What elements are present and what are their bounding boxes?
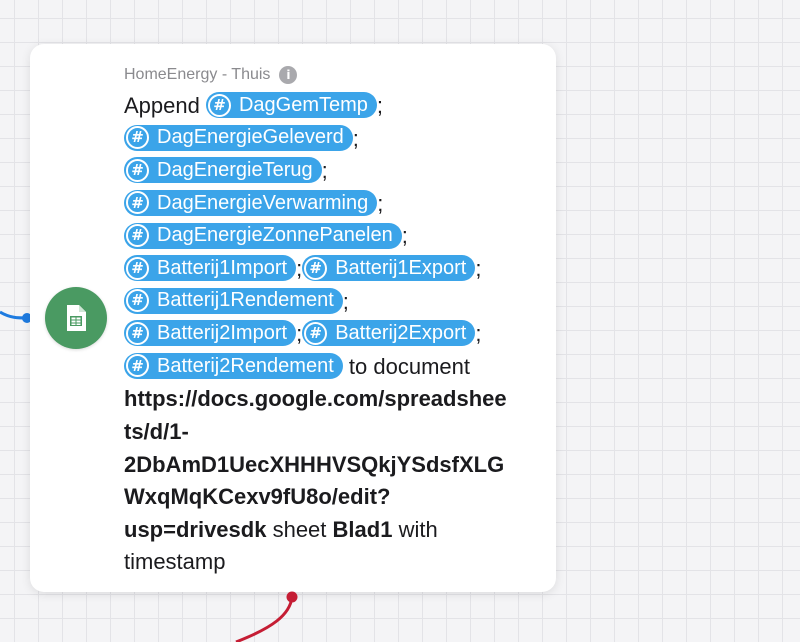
ingredient-pill[interactable]: # DagEnergieTerug	[124, 157, 322, 184]
separator: ;	[475, 321, 482, 347]
ingredient-pill[interactable]: # Batterij2Rendement	[124, 352, 343, 379]
ingredient-pill[interactable]: # Batterij1Export	[302, 255, 476, 282]
hash-icon: #	[126, 224, 149, 248]
ingredient-pill[interactable]: # Batterij1Import	[124, 255, 297, 282]
action-description: Append # DagGemTemp; # DagEnergieGeleverd;…	[124, 90, 544, 579]
hash-icon: #	[304, 321, 328, 345]
ingredient-label: DagEnergieTerug	[157, 159, 313, 182]
ingredient-label: Batterij1Rendement	[157, 289, 334, 312]
separator: ;	[342, 288, 349, 314]
with-text: with	[398, 516, 438, 542]
ingredient-label: DagEnergieGeleverd	[157, 126, 344, 149]
ingredient-pill[interactable]: # DagEnergieVerwarming	[124, 189, 378, 216]
service-header: HomeEnergy - Thuis i	[124, 64, 298, 86]
document-url-line: https://docs.google.com/spreadshee	[124, 386, 507, 412]
ingredient-pill[interactable]: # Batterij1Rendement	[124, 287, 343, 314]
hash-icon: #	[304, 256, 328, 280]
hash-icon: #	[126, 158, 149, 182]
info-icon[interactable]: i	[279, 66, 298, 84]
ingredient-label: DagGemTemp	[238, 93, 368, 116]
ingredient-pill[interactable]: # DagEnergieGeleverd	[124, 124, 353, 151]
document-url-line: ts/d/1-	[124, 418, 189, 444]
hash-icon: #	[126, 191, 149, 215]
hash-icon: #	[126, 321, 149, 345]
hash-icon: #	[126, 289, 149, 313]
separator: ;	[377, 190, 384, 216]
separator: ;	[352, 125, 359, 151]
ingredient-label: DagEnergieZonnePanelen	[157, 224, 393, 247]
ingredient-label: Batterij2Import	[157, 322, 288, 345]
document-url-line: 2DbAmD1UecXHHHVSQkjYSdsfXLG	[124, 451, 505, 477]
ingredient-label: Batterij2Rendement	[157, 354, 334, 377]
hash-icon: #	[126, 126, 149, 150]
ingredient-pill[interactable]: # DagGemTemp	[205, 92, 377, 119]
ingredient-label: Batterij2Export	[335, 322, 467, 345]
sheet-name: Blad1	[332, 516, 393, 542]
timestamp-text: timestamp	[124, 549, 226, 575]
ingredient-pill[interactable]: # DagEnergieZonnePanelen	[124, 222, 402, 249]
append-text: Append	[124, 93, 200, 118]
document-url-line: usp=drivesdk	[124, 516, 267, 542]
hash-icon: #	[126, 354, 149, 378]
separator: ;	[401, 223, 408, 249]
outgoing-wire	[235, 596, 294, 642]
outgoing-wire-dot	[286, 591, 298, 603]
document-url-line: WxqMqKCexv9fU8o/edit?	[124, 484, 391, 510]
to-document-text: to document	[348, 353, 470, 379]
ingredient-label: DagEnergieVerwarming	[157, 191, 369, 214]
separator: ;	[475, 255, 482, 281]
ingredient-label: Batterij1Import	[157, 256, 288, 279]
google-sheets-badge	[45, 287, 107, 349]
separator: ;	[321, 158, 328, 184]
hash-icon: #	[126, 256, 149, 280]
ingredient-pill[interactable]: # Batterij2Export	[302, 320, 476, 347]
hash-icon: #	[207, 93, 231, 117]
ingredient-label: Batterij1Export	[335, 256, 467, 279]
ingredient-pill[interactable]: # Batterij2Import	[124, 320, 297, 347]
service-name: HomeEnergy - Thuis	[124, 66, 271, 83]
google-sheets-icon	[67, 305, 86, 331]
separator: ;	[376, 93, 384, 118]
sheet-text: sheet	[272, 516, 327, 542]
